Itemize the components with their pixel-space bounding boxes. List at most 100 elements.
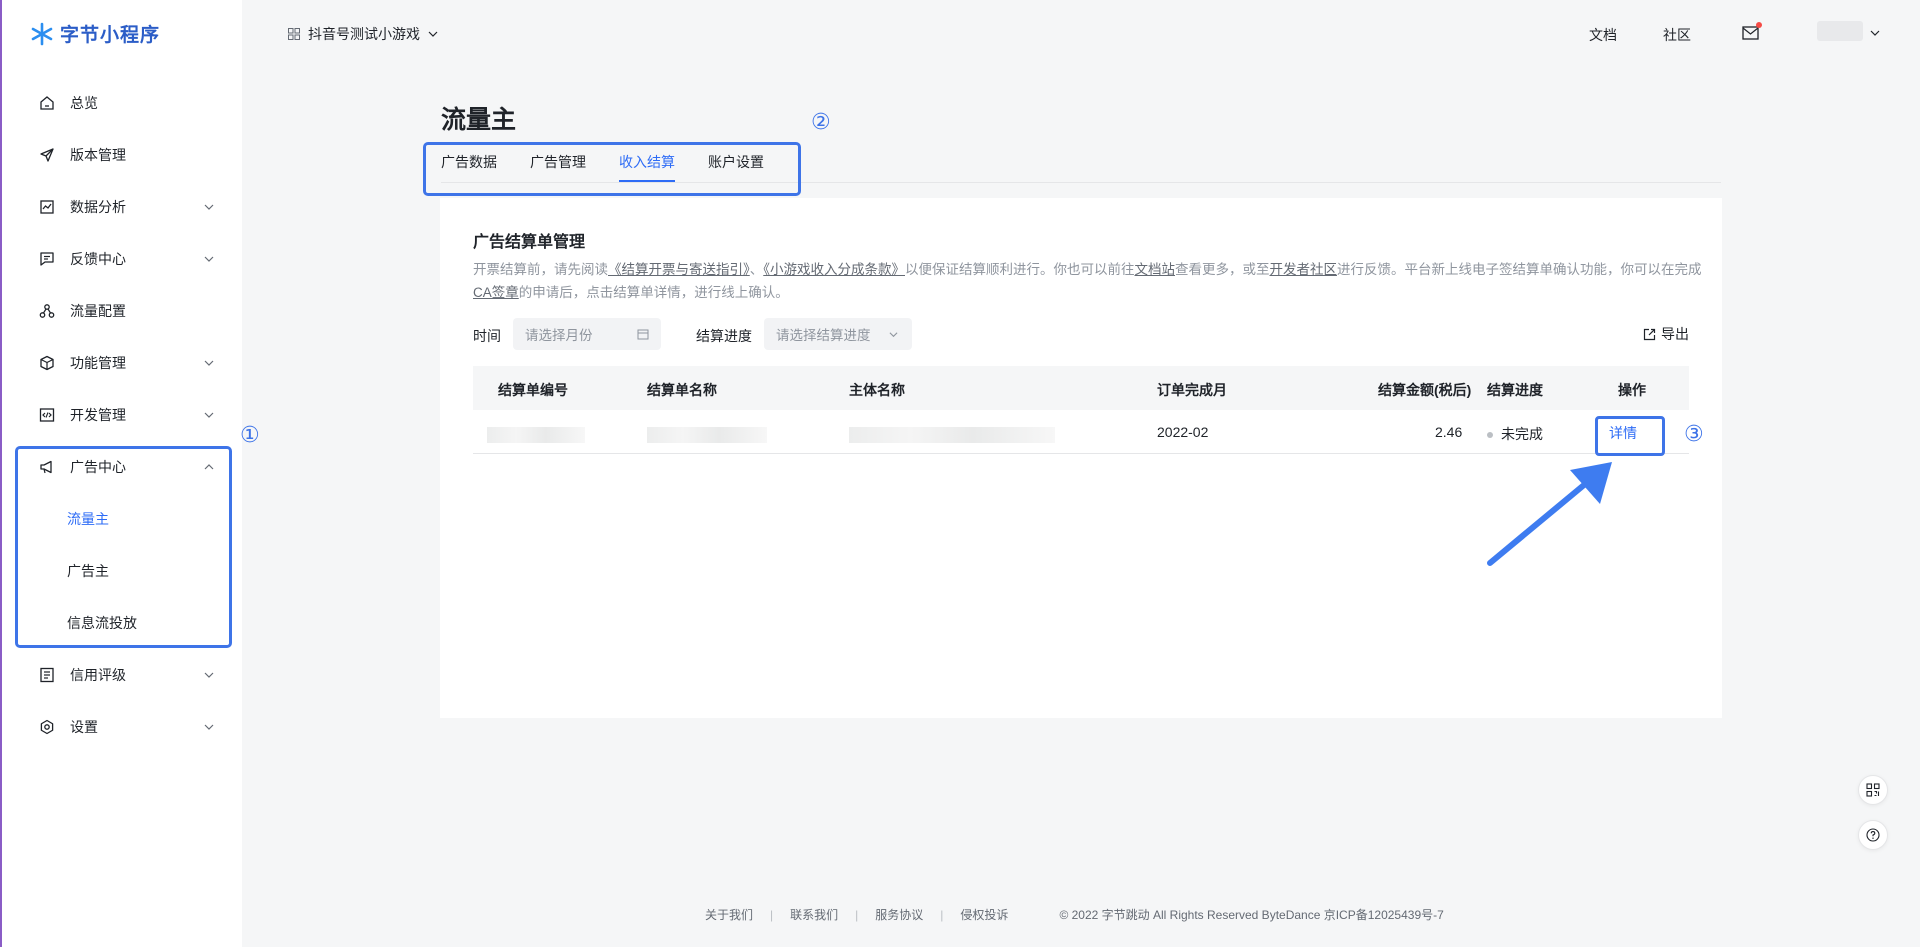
chevron-down-icon — [204, 672, 214, 678]
table-header: 结算单编号 结算单名称 主体名称 订单完成月 结算金额(税后) 结算进度 操作 — [473, 366, 1689, 410]
progress-select[interactable]: 请选择结算进度 — [764, 318, 912, 350]
sidebar-item-overview[interactable]: 总览 — [2, 77, 242, 129]
highlight-box-detail — [1595, 416, 1665, 456]
code-icon — [38, 406, 56, 424]
col-action: 操作 — [1618, 382, 1646, 398]
settlement-status: 未完成 — [1487, 424, 1543, 444]
ca-seal-link[interactable]: CA签章 — [473, 285, 519, 300]
send-icon — [38, 146, 56, 164]
help-icon — [1866, 828, 1880, 842]
box-icon — [38, 354, 56, 372]
card-title: 广告结算单管理 — [473, 234, 586, 251]
app-name: 抖音号测试小游戏 — [308, 26, 420, 42]
table-row: 2022-02 2.46 未完成 详情 — [473, 410, 1689, 454]
grid-icon — [288, 28, 300, 40]
footer-about-link[interactable]: 关于我们 — [705, 906, 753, 923]
calendar-icon — [637, 329, 649, 340]
share-icon — [38, 302, 56, 320]
sidebar-item-label: 总览 — [70, 95, 98, 111]
sidebar-item-label: 功能管理 — [70, 355, 126, 371]
docs-link[interactable]: 文档 — [1589, 25, 1617, 45]
sidebar-item-label: 流量配置 — [70, 303, 126, 319]
export-label: 导出 — [1661, 326, 1689, 342]
home-icon — [38, 94, 56, 112]
page-title: 流量主 — [441, 106, 517, 134]
month-picker[interactable]: 请选择月份 — [513, 318, 661, 350]
col-amount: 结算金额(税后) — [1378, 382, 1472, 398]
highlight-box-ad-center — [15, 446, 232, 648]
sidebar-item-label: 版本管理 — [70, 147, 126, 163]
settings-icon — [38, 718, 56, 736]
brand-logo[interactable]: 字节小程序 — [30, 20, 160, 47]
redacted-entity-name — [849, 427, 1055, 443]
notice-text: 查看更多，或至 — [1175, 262, 1270, 277]
footer: 关于我们 | 联系我们 | 服务协议 | 侵权投诉 © 2022 字节跳动 All R… — [705, 906, 1444, 923]
terms-link[interactable]: 《小游戏收入分成条款》 — [763, 262, 905, 277]
export-button[interactable]: 导出 — [1643, 324, 1689, 344]
notice-text: 、 — [749, 262, 764, 277]
chevron-down-icon — [204, 724, 214, 730]
qrcode-icon — [1866, 783, 1880, 797]
sidebar-item-label: 开发管理 — [70, 407, 126, 423]
chart-icon — [38, 198, 56, 216]
avatar[interactable] — [1817, 21, 1863, 41]
col-status: 结算进度 — [1487, 382, 1543, 398]
chevron-down-icon — [889, 331, 898, 337]
help-float-button[interactable] — [1858, 820, 1888, 850]
col-settlement-id: 结算单编号 — [498, 382, 568, 398]
col-order-month: 订单完成月 — [1157, 382, 1227, 398]
col-entity-name: 主体名称 — [849, 382, 905, 398]
footer-contact-link[interactable]: 联系我们 — [790, 906, 838, 923]
sidebar-item-versions[interactable]: 版本管理 — [2, 129, 242, 181]
redacted-settlement-id — [487, 427, 585, 443]
annotation-marker-1: ① — [240, 422, 260, 447]
chevron-down-icon[interactable] — [1870, 28, 1880, 38]
footer-copyright: © 2022 字节跳动 All Rights Reserved ByteDanc… — [1059, 908, 1444, 922]
guide-link[interactable]: 《结算开票与寄送指引》 — [608, 262, 750, 277]
notice-text: 以便保证结算顺利进行。你也可以前往 — [905, 262, 1135, 277]
annotation-marker-3: ③ — [1684, 421, 1704, 446]
col-settlement-name: 结算单名称 — [647, 382, 717, 398]
notice-text: 进行反馈。平台新上线电子签结算单确认功能，你可以在完成 — [1337, 262, 1702, 277]
settlement-card: 广告结算单管理 开票结算前，请先阅读《结算开票与寄送指引》、《小游戏收入分成条款… — [440, 198, 1722, 718]
sidebar-item-analytics[interactable]: 数据分析 — [2, 181, 242, 233]
sidebar-item-settings[interactable]: 设置 — [2, 701, 242, 753]
docs-site-link[interactable]: 文档站 — [1135, 262, 1176, 277]
month-picker-placeholder: 请选择月份 — [525, 328, 593, 343]
footer-complaint-link[interactable]: 侵权投诉 — [960, 906, 1008, 923]
status-dot — [1487, 432, 1493, 439]
progress-filter-label: 结算进度 — [696, 328, 752, 344]
sidebar-item-label: 反馈中心 — [70, 251, 126, 267]
sidebar-item-features[interactable]: 功能管理 — [2, 337, 242, 389]
sidebar-item-dev[interactable]: 开发管理 — [2, 389, 242, 441]
annotation-marker-2: ② — [811, 109, 831, 134]
sidebar-item-label: 设置 — [70, 719, 98, 735]
time-filter-label: 时间 — [473, 328, 501, 344]
sidebar-item-traffic-config[interactable]: 流量配置 — [2, 285, 242, 337]
dev-community-link[interactable]: 开发者社区 — [1270, 262, 1338, 277]
brand-name: 字节小程序 — [60, 25, 161, 46]
app-switcher[interactable]: 抖音号测试小游戏 — [288, 24, 438, 44]
sidebar-item-credit[interactable]: 信用评级 — [2, 649, 242, 701]
qrcode-float-button[interactable] — [1858, 775, 1888, 805]
chevron-down-icon — [204, 256, 214, 262]
settlement-amount: 2.46 — [1435, 424, 1463, 440]
sidebar-item-label: 信用评级 — [70, 667, 126, 683]
footer-terms-link[interactable]: 服务协议 — [875, 906, 923, 923]
mail-icon[interactable] — [1742, 22, 1762, 41]
chevron-down-icon — [204, 360, 214, 366]
brand-logo-icon — [31, 22, 53, 45]
chevron-down-icon — [204, 412, 214, 418]
pointer-arrow — [1487, 462, 1612, 566]
export-icon — [1643, 328, 1656, 340]
notification-dot — [1756, 22, 1762, 28]
status-label: 未完成 — [1501, 426, 1543, 442]
community-link[interactable]: 社区 — [1663, 25, 1691, 45]
redacted-settlement-name — [647, 427, 767, 443]
order-month: 2022-02 — [1157, 424, 1209, 440]
sidebar-item-label: 数据分析 — [70, 199, 126, 215]
list-icon — [38, 666, 56, 684]
settlement-notice: 开票结算前，请先阅读《结算开票与寄送指引》、《小游戏收入分成条款》以便保证结算顺… — [473, 258, 1703, 304]
highlight-box-tabs — [423, 142, 801, 196]
sidebar-item-feedback[interactable]: 反馈中心 — [2, 233, 242, 285]
